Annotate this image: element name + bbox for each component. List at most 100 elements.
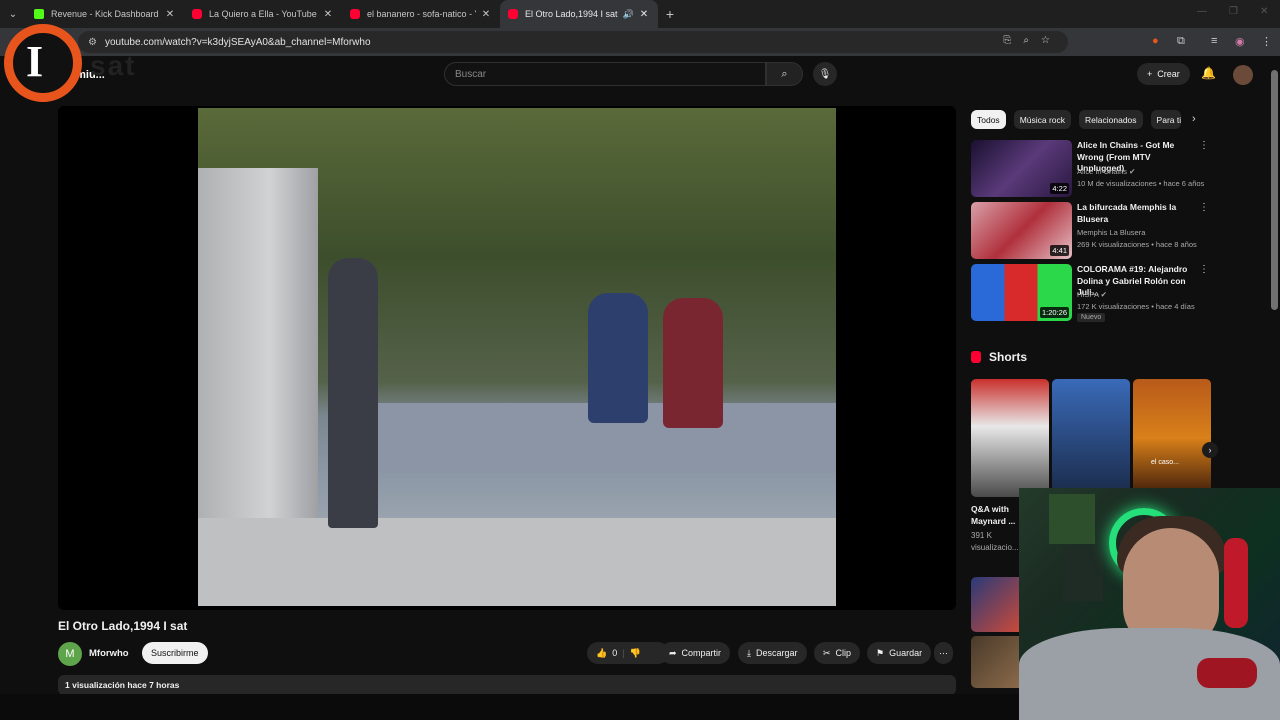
more-options-icon[interactable]: ⋮ <box>1199 202 1209 213</box>
download-label: Descargar <box>755 648 798 658</box>
browser-toolbar: ← → ↻ ⚙ youtube.com/watch?v=k3dyjSEAyA0&… <box>0 28 1280 56</box>
install-icon[interactable]: ⎘ <box>1003 35 1011 46</box>
youtube-icon <box>192 9 202 19</box>
tab-title: Revenue - Kick Dashboard <box>51 9 159 19</box>
browser-tab-strip: ⌄ Revenue - Kick Dashboard ✕ La Quiero a… <box>0 0 1280 28</box>
share-label: Compartir <box>681 648 722 658</box>
channel-avatar[interactable]: M <box>58 642 82 666</box>
browser-menu-icon[interactable]: ⋮ <box>1261 35 1272 48</box>
close-tab-icon[interactable]: ✕ <box>638 9 650 20</box>
video-thumbnail[interactable]: 1:20:26 <box>971 264 1072 321</box>
browser-tab-active[interactable]: El Otro Lado,1994 I sat - Yo 🔊 ✕ <box>500 0 658 28</box>
recommendation-item[interactable]: 4:41 La bifurcada Memphis la Blusera Mem… <box>971 202 1213 260</box>
chip-all[interactable]: Todos <box>971 110 1006 129</box>
logo-wordmark: sat <box>90 50 137 81</box>
shorts-title: Shorts <box>989 350 1028 364</box>
profile-icon[interactable]: ◉ <box>1235 35 1245 48</box>
chevron-right-icon[interactable]: › <box>1202 442 1218 458</box>
bookmark-star-icon[interactable]: ☆ <box>1041 35 1050 46</box>
chip-related[interactable]: Relacionados <box>1079 110 1143 129</box>
plus-icon: + <box>1147 69 1153 79</box>
browser-tab[interactable]: el bananero - sofa-natico - You ✕ <box>342 0 500 28</box>
short-views-suffix: visualizacio... <box>971 543 1019 552</box>
media-controls-icon[interactable]: ≡ <box>1211 35 1217 47</box>
minimize-icon[interactable]: — <box>1197 6 1207 17</box>
extensions-puzzle-icon[interactable]: ⧉ <box>1177 35 1185 48</box>
chip-for-you[interactable]: Para ti <box>1150 110 1181 129</box>
account-avatar[interactable] <box>1233 65 1253 85</box>
shorts-header: Shorts <box>971 350 1027 364</box>
scene-person <box>328 258 378 528</box>
scene-ground <box>198 518 836 606</box>
more-options-icon[interactable]: ⋮ <box>1199 140 1209 151</box>
clip-button[interactable]: ✂ Clip <box>814 642 861 664</box>
description-box[interactable]: 1 visualización hace 7 horas <box>58 675 956 695</box>
notifications-bell-icon[interactable]: 🔔 <box>1201 66 1216 80</box>
channel-name[interactable]: Mforwho <box>89 648 129 659</box>
save-button[interactable]: ⚑ Guardar <box>867 642 932 664</box>
short-thumbnail[interactable]: el caso... <box>1133 379 1211 497</box>
new-tab-button[interactable]: + <box>658 6 682 22</box>
maximize-icon[interactable]: ❐ <box>1229 6 1238 17</box>
video-thumbnail[interactable] <box>971 636 1019 688</box>
chip-rock[interactable]: Música rock <box>1013 110 1072 129</box>
video-thumbnail[interactable]: 4:41 <box>971 202 1072 259</box>
dislike-icon[interactable]: 👎 <box>630 648 641 659</box>
close-window-icon[interactable]: ✕ <box>1260 6 1268 17</box>
search-icon[interactable]: ⌕ <box>766 62 803 86</box>
short-views: 391 K <box>971 531 992 540</box>
tab-title: El Otro Lado,1994 I sat - Yo <box>525 9 619 19</box>
more-options-icon[interactable]: ⋮ <box>1199 264 1209 275</box>
zoom-icon[interactable]: ⌕ <box>1023 35 1029 46</box>
video-thumbnail[interactable] <box>971 577 1019 632</box>
microphone-icon[interactable]: 🎙 <box>813 62 837 86</box>
create-button[interactable]: + Crear <box>1137 63 1190 85</box>
recommendation-channel[interactable]: HISPA ✔ <box>1077 290 1107 299</box>
recommendation-meta: 269 K visualizaciones • hace 8 años <box>1077 240 1197 249</box>
wall-poster <box>1049 494 1095 544</box>
site-info-icon[interactable]: ⚙ <box>88 37 97 48</box>
extension-icon[interactable]: ● <box>1152 35 1159 47</box>
scene-person <box>588 293 648 423</box>
short-thumbnail[interactable] <box>971 379 1049 497</box>
close-tab-icon[interactable]: ✕ <box>322 9 334 20</box>
microphone-arm <box>1197 658 1257 688</box>
page-scrollbar[interactable] <box>1271 70 1278 310</box>
short-thumbnail[interactable] <box>1052 379 1130 497</box>
address-bar[interactable]: ⚙ youtube.com/watch?v=k3dyjSEAyA0&ab_cha… <box>78 31 1068 53</box>
duration-badge: 1:20:26 <box>1039 307 1069 318</box>
download-icon: ⤓ <box>747 647 751 658</box>
like-dislike-group: 👍 0 | 👎 <box>587 642 669 664</box>
video-title: El Otro Lado,1994 I sat <box>58 619 188 633</box>
search-input[interactable]: Buscar <box>444 62 766 86</box>
download-button[interactable]: ⤓ Descargar <box>738 642 807 664</box>
chevron-right-icon[interactable]: › <box>1192 113 1196 125</box>
streamer-logo-watermark: I <box>4 24 82 106</box>
share-button[interactable]: ➦ Compartir <box>660 642 731 664</box>
save-label: Guardar <box>889 648 923 658</box>
close-tab-icon[interactable]: ✕ <box>164 9 176 20</box>
video-player[interactable] <box>58 106 956 610</box>
recommendation-channel[interactable]: Memphis La Blusera <box>1077 228 1145 237</box>
subscribe-button[interactable]: Suscribirme <box>142 642 208 664</box>
more-actions-button[interactable]: ⋯ <box>934 642 953 664</box>
recommendation-item[interactable]: 1:20:26 COLORAMA #19: Alejandro Dolina y… <box>971 264 1213 324</box>
logo-letter: I <box>26 37 44 86</box>
filter-chips: Todos Música rock Relacionados Para ti <box>971 110 1181 129</box>
webcam-overlay <box>1019 488 1280 720</box>
recommendation-title[interactable]: La bifurcada Memphis la Blusera <box>1077 202 1199 225</box>
new-badge: Nuevo <box>1077 313 1106 322</box>
video-frame[interactable] <box>198 108 836 606</box>
recommendation-item[interactable]: 4:22 Alice In Chains - Got Me Wrong (Fro… <box>971 140 1213 198</box>
video-thumbnail[interactable]: 4:22 <box>971 140 1072 197</box>
clip-label: Clip <box>835 648 852 658</box>
like-icon[interactable]: 👍 <box>596 648 607 659</box>
recommendation-meta: 10 M de visualizaciones • hace 6 años <box>1077 179 1205 188</box>
close-tab-icon[interactable]: ✕ <box>480 9 492 20</box>
short-title[interactable]: Q&A with Maynard ... <box>971 503 1019 527</box>
speaker-icon[interactable]: 🔊 <box>623 9 634 20</box>
like-count[interactable]: 0 <box>612 648 617 658</box>
browser-tab[interactable]: La Quiero a Ella - YouTube ✕ <box>184 0 342 28</box>
recommendation-channel[interactable]: Alice In Chains ✔ <box>1077 167 1135 176</box>
shorts-icon <box>971 351 981 363</box>
